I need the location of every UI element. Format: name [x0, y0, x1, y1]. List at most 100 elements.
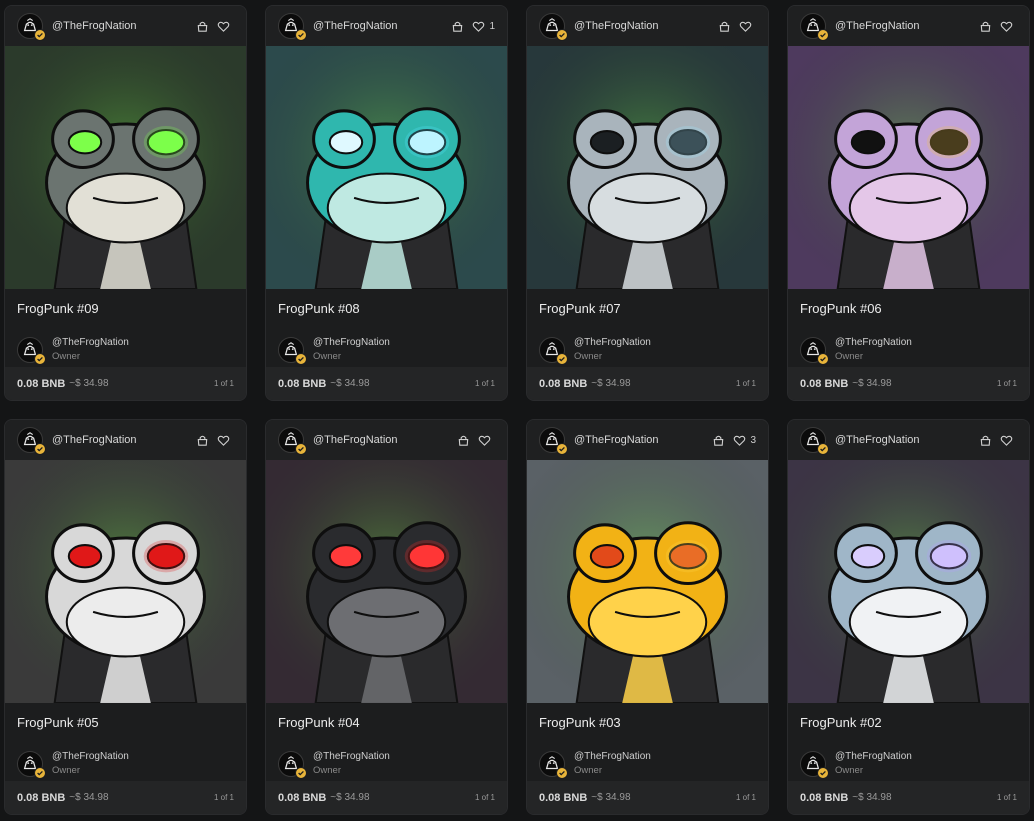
verified-badge-icon: [34, 443, 46, 455]
creator-name[interactable]: @TheFrogNation: [313, 434, 457, 446]
verified-badge-icon: [817, 352, 829, 365]
nft-card[interactable]: @TheFrogNation: [787, 419, 1030, 815]
verified-badge-icon: [295, 766, 307, 779]
owner-row[interactable]: @TheFrogNation Owner: [788, 741, 1029, 784]
like-button[interactable]: 1: [472, 20, 495, 33]
nft-artwork[interactable]: [5, 46, 246, 289]
frog-illustration: [5, 46, 246, 289]
price-bnb: 0.08 BNB: [800, 791, 849, 804]
frog-illustration: [5, 460, 246, 703]
heart-icon: [1000, 435, 1013, 446]
creator-avatar[interactable]: [278, 13, 307, 41]
like-button[interactable]: [217, 20, 234, 33]
nft-artwork[interactable]: [266, 460, 507, 703]
edition-count: 1 of 1: [996, 793, 1017, 802]
owner-avatar: [800, 336, 829, 365]
cart-icon[interactable]: [457, 434, 470, 447]
nft-title[interactable]: FrogPunk #03: [527, 703, 768, 741]
nft-title[interactable]: FrogPunk #06: [788, 289, 1029, 327]
nft-artwork[interactable]: [5, 460, 246, 703]
verified-badge-icon: [295, 29, 307, 41]
card-header: @TheFrogNation 3: [527, 420, 768, 460]
creator-name[interactable]: @TheFrogNation: [574, 20, 718, 32]
cart-icon[interactable]: [451, 20, 464, 33]
creator-avatar[interactable]: [17, 13, 46, 41]
nft-card[interactable]: @TheFrogNation: [4, 419, 247, 815]
price-usd: ~$ 34.98: [330, 792, 370, 803]
owner-role: Owner: [313, 350, 341, 362]
price-bnb: 0.08 BNB: [539, 791, 588, 804]
price-usd: ~$ 34.98: [852, 792, 892, 803]
cart-icon[interactable]: [196, 20, 209, 33]
price-bnb: 0.08 BNB: [278, 791, 327, 804]
cart-icon[interactable]: [979, 434, 992, 447]
owner-row[interactable]: @TheFrogNation Owner: [266, 327, 507, 370]
edition-count: 1 of 1: [735, 793, 756, 802]
nft-artwork[interactable]: [788, 46, 1029, 289]
cart-icon[interactable]: [196, 434, 209, 447]
owner-row[interactable]: @TheFrogNation Owner: [266, 741, 507, 784]
like-button[interactable]: [217, 434, 234, 447]
owner-row[interactable]: @TheFrogNation Owner: [5, 741, 246, 784]
owner-avatar: [278, 750, 307, 779]
owner-avatar: [278, 336, 307, 365]
creator-avatar[interactable]: [800, 13, 829, 41]
nft-card[interactable]: @TheFrogNation: [4, 5, 247, 401]
like-button[interactable]: 3: [733, 434, 756, 447]
card-header: @TheFrogNation: [266, 420, 507, 460]
nft-card[interactable]: @TheFrogNation: [526, 5, 769, 401]
price-bnb: 0.08 BNB: [17, 377, 66, 390]
cart-icon[interactable]: [979, 20, 992, 33]
verified-badge-icon: [295, 443, 307, 455]
creator-avatar[interactable]: [17, 427, 46, 455]
nft-title[interactable]: FrogPunk #07: [527, 289, 768, 327]
nft-card[interactable]: @TheFrogNation 1 FrogPunk #08 @TheFrogNa…: [265, 5, 508, 401]
nft-card[interactable]: @TheFrogNation: [265, 419, 508, 815]
nft-title[interactable]: FrogPunk #05: [5, 703, 246, 741]
nft-title[interactable]: FrogPunk #08: [266, 289, 507, 327]
owner-row[interactable]: @TheFrogNation Owner: [527, 741, 768, 784]
nft-artwork[interactable]: [266, 46, 507, 289]
nft-card[interactable]: @TheFrogNation: [787, 5, 1030, 401]
nft-title[interactable]: FrogPunk #09: [5, 289, 246, 327]
creator-avatar[interactable]: [800, 427, 829, 455]
creator-name[interactable]: @TheFrogNation: [52, 20, 196, 32]
price-usd: ~$ 34.98: [330, 378, 370, 389]
creator-name[interactable]: @TheFrogNation: [835, 434, 979, 446]
like-button[interactable]: [1000, 434, 1017, 447]
nft-title[interactable]: FrogPunk #04: [266, 703, 507, 741]
nft-artwork[interactable]: [527, 460, 768, 703]
nft-title[interactable]: FrogPunk #02: [788, 703, 1029, 741]
verified-badge-icon: [817, 29, 829, 41]
price-bnb: 0.08 BNB: [278, 377, 327, 390]
nft-card[interactable]: @TheFrogNation 3 FrogPunk #03 @TheFrogNa…: [526, 419, 769, 815]
nft-artwork[interactable]: [788, 460, 1029, 703]
creator-avatar[interactable]: [539, 427, 568, 455]
frog-illustration: [527, 460, 768, 703]
like-button[interactable]: [478, 434, 495, 447]
owner-row[interactable]: @TheFrogNation Owner: [527, 327, 768, 370]
cart-icon[interactable]: [718, 20, 731, 33]
frog-illustration: [266, 460, 507, 703]
price-usd: ~$ 34.98: [591, 792, 631, 803]
owner-name: @TheFrogNation: [835, 750, 912, 762]
like-button[interactable]: [1000, 20, 1017, 33]
like-button[interactable]: [739, 20, 756, 33]
owner-row[interactable]: @TheFrogNation Owner: [788, 327, 1029, 370]
heart-icon: [473, 21, 485, 32]
owner-role: Owner: [835, 764, 863, 776]
owner-avatar: [17, 336, 46, 365]
creator-avatar[interactable]: [278, 427, 307, 455]
creator-name[interactable]: @TheFrogNation: [313, 20, 451, 32]
owner-row[interactable]: @TheFrogNation Owner: [5, 327, 246, 370]
cart-icon[interactable]: [712, 434, 725, 447]
owner-name: @TheFrogNation: [574, 336, 651, 348]
creator-name[interactable]: @TheFrogNation: [835, 20, 979, 32]
price-bnb: 0.08 BNB: [800, 377, 849, 390]
owner-name: @TheFrogNation: [313, 750, 390, 762]
creator-name[interactable]: @TheFrogNation: [574, 434, 712, 446]
creator-name[interactable]: @TheFrogNation: [52, 434, 196, 446]
creator-avatar[interactable]: [539, 13, 568, 41]
nft-artwork[interactable]: [527, 46, 768, 289]
owner-role: Owner: [52, 350, 80, 362]
